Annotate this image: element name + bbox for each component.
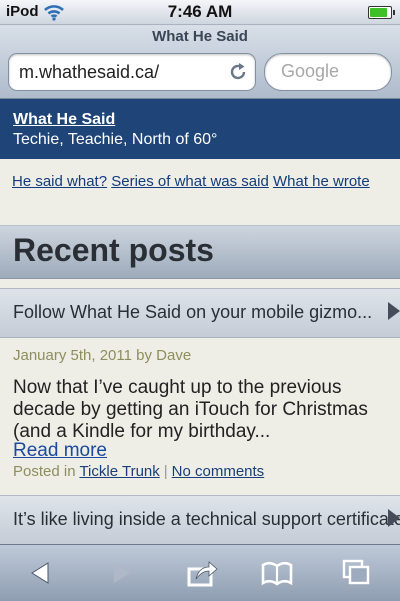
read-more-link[interactable]: Read more <box>13 440 107 462</box>
clock: 7:46 AM <box>167 2 233 21</box>
address-bar[interactable]: m.whathesaid.ca/ <box>8 53 256 91</box>
site-header: What He Said Techie, Teachie, North of 6… <box>0 99 400 159</box>
post-meta: January 5th, 2011 by Dave <box>13 347 191 364</box>
chevron-right-icon <box>388 302 400 320</box>
post-author: Dave <box>156 347 192 364</box>
search-input[interactable] <box>279 60 383 83</box>
post-title-bar[interactable]: It’s like living inside a technical supp… <box>0 495 400 545</box>
back-icon[interactable] <box>24 557 58 589</box>
post-date: January 5th, 2011 <box>13 347 132 364</box>
search-field[interactable] <box>264 53 392 91</box>
forward-icon[interactable] <box>104 557 138 589</box>
post-title[interactable]: It’s like living inside a technical supp… <box>13 509 400 530</box>
post-title-bar[interactable]: Follow What He Said on your mobile gizmo… <box>0 288 400 338</box>
site-name-link[interactable]: What He Said <box>13 111 115 129</box>
separator: | <box>163 463 168 480</box>
nav-link-what-he-wrote[interactable]: What he wrote <box>273 173 370 190</box>
bookmarks-icon[interactable] <box>260 557 294 589</box>
recent-posts-heading: Recent posts <box>13 232 214 268</box>
category-link[interactable]: Tickle Trunk <box>79 463 159 480</box>
post-by-label: by <box>136 347 152 364</box>
reload-icon[interactable] <box>227 61 249 83</box>
nav-link-series[interactable]: Series of what was said <box>111 173 269 190</box>
tabs-icon[interactable] <box>340 557 374 589</box>
browser-chrome: What He Said m.whathesaid.ca/ <box>0 25 400 99</box>
page-title: What He Said <box>152 28 248 45</box>
share-icon[interactable] <box>185 557 219 589</box>
browser-toolbar <box>0 544 400 601</box>
posted-in-label: Posted in <box>13 463 76 480</box>
site-nav: He said what? Series of what was said Wh… <box>12 170 392 193</box>
post-excerpt: Now that I’ve caught up to the previous … <box>13 377 368 442</box>
site-tagline: Techie, Teachie, North of 60° <box>13 131 218 148</box>
post-title[interactable]: Follow What He Said on your mobile gizmo… <box>13 302 372 323</box>
status-bar: iPod 7:46 AM <box>0 0 400 25</box>
battery-icon <box>368 6 395 19</box>
chevron-right-icon <box>388 509 400 527</box>
address-bar-text[interactable]: m.whathesaid.ca/ <box>19 62 159 83</box>
battery-cap <box>393 10 395 15</box>
nav-link-he-said-what[interactable]: He said what? <box>12 173 107 190</box>
battery-fill <box>370 8 387 17</box>
post-footer: Posted in Tickle Trunk | No comments <box>13 463 264 480</box>
recent-posts-header: Recent posts <box>0 225 400 279</box>
comments-link[interactable]: No comments <box>172 463 265 480</box>
